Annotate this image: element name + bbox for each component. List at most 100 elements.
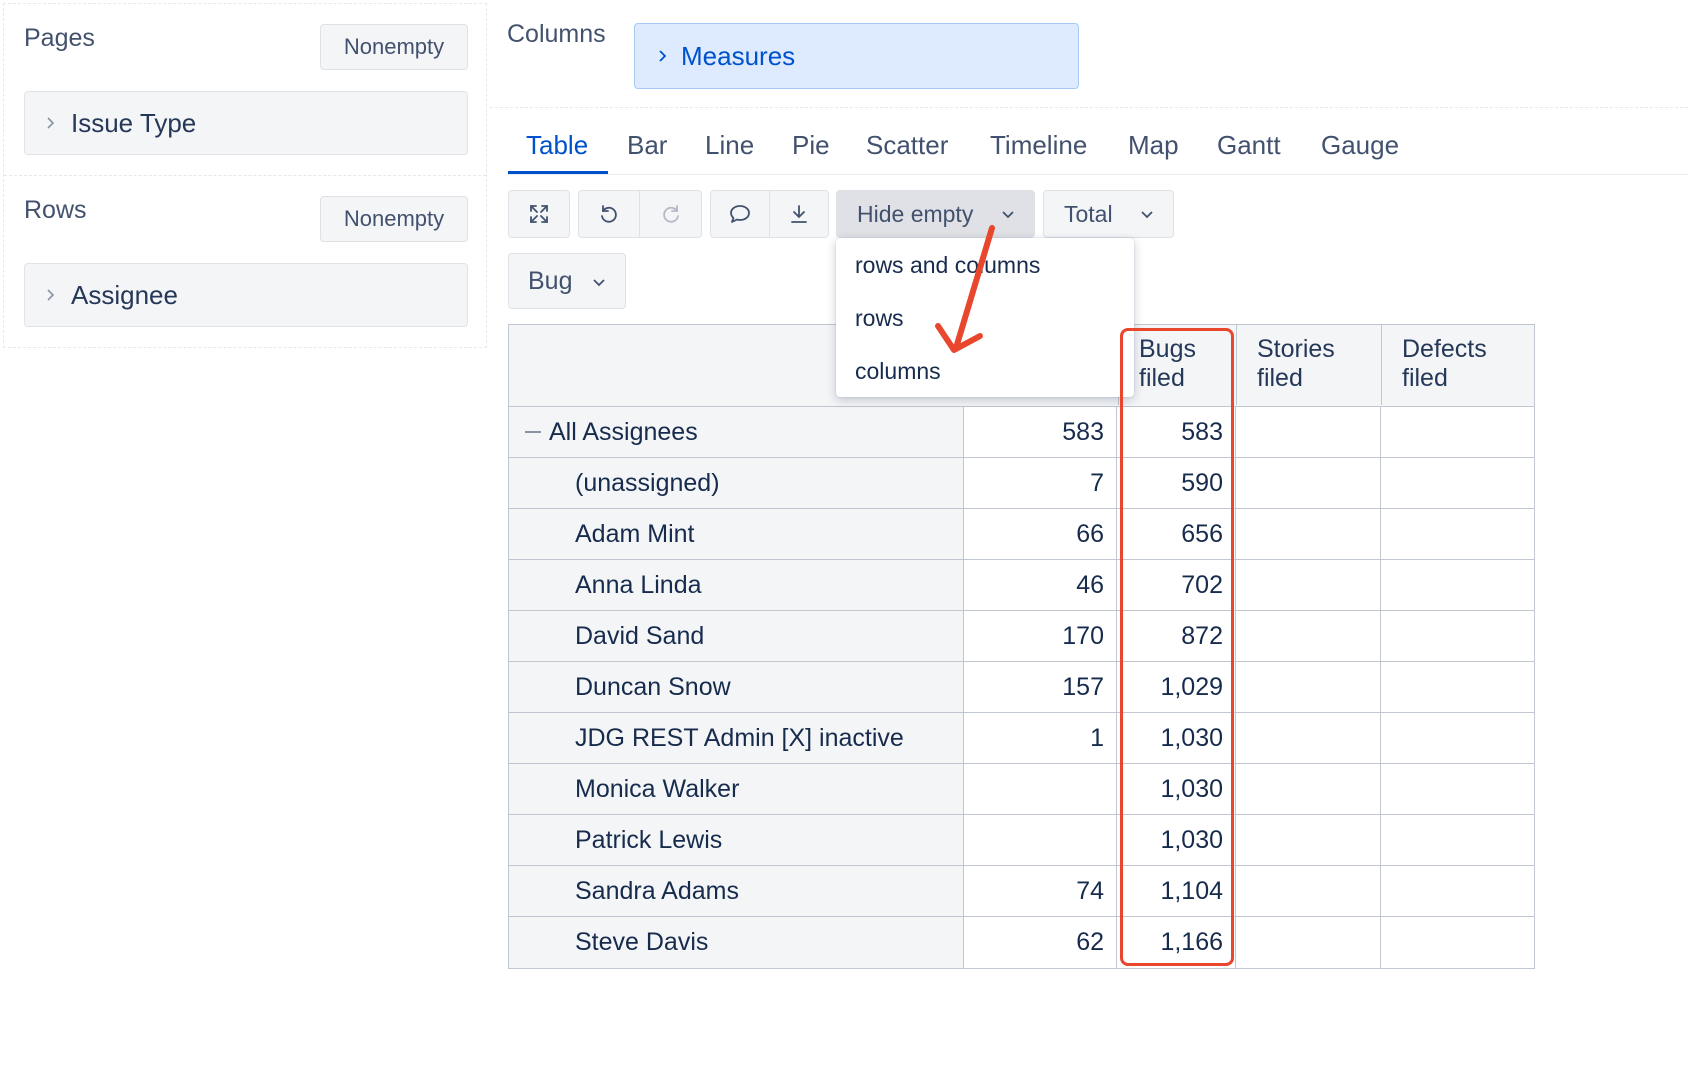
table-cell: 583 [965, 407, 1117, 457]
download-icon [791, 205, 807, 223]
table-cell [1382, 407, 1534, 457]
redo-button[interactable] [640, 190, 702, 238]
table-row: Steve Davis 62 1,166 [509, 917, 1534, 968]
table-cell: 66 [965, 509, 1117, 559]
table-row: Duncan Snow 157 1,029 [509, 662, 1534, 713]
table-cell [1237, 917, 1381, 968]
table-cell: 702 [1118, 560, 1236, 610]
table-cell: 170 [965, 611, 1117, 661]
table-cell [1382, 611, 1534, 661]
fullscreen-button[interactable] [508, 190, 570, 238]
row-header[interactable]: Patrick Lewis [509, 815, 964, 865]
menu-item-columns[interactable]: columns [855, 358, 941, 385]
row-label: Monica Walker [575, 774, 740, 803]
menu-item-rows[interactable]: rows [855, 305, 904, 332]
table-cell [965, 815, 1117, 865]
table-cell: 1,030 [1118, 713, 1236, 763]
tab-map[interactable]: Map [1128, 130, 1179, 161]
tab-table[interactable]: Table [526, 130, 588, 161]
table-cell: 46 [965, 560, 1117, 610]
table-cell: 656 [1118, 509, 1236, 559]
fullscreen-icon [530, 205, 548, 223]
row-header[interactable]: Steve Davis [509, 917, 964, 968]
issue-type-label: Issue Type [71, 107, 197, 138]
rows-section: Rows Nonempty Assignee [4, 176, 486, 348]
collapse-icon[interactable] [525, 431, 541, 433]
row-label: Patrick Lewis [575, 825, 723, 854]
table-cell [965, 764, 1117, 814]
header-bugs-filed[interactable]: Bugs filed [1118, 325, 1236, 405]
table-row: David Sand 170 872 [509, 611, 1534, 662]
active-tab-indicator [508, 171, 608, 174]
rows-title: Rows [24, 196, 87, 224]
table-cell: 157 [965, 662, 1117, 712]
tab-scatter[interactable]: Scatter [866, 130, 948, 161]
tab-gantt[interactable]: Gantt [1217, 130, 1281, 161]
table-cell: 590 [1118, 458, 1236, 508]
chevron-right-icon [47, 117, 55, 129]
chevron-right-icon [659, 50, 667, 62]
table-cell [1237, 662, 1381, 712]
table-cell [1382, 662, 1534, 712]
measures-chip[interactable]: Measures [634, 23, 1079, 89]
tab-pie[interactable]: Pie [792, 130, 830, 161]
row-header[interactable]: David Sand [509, 611, 964, 661]
comment-button[interactable] [710, 190, 770, 238]
table-row: JDG REST Admin [X] inactive 1 1,030 [509, 713, 1534, 764]
header-stories-filed[interactable]: Stories filed [1236, 325, 1381, 405]
total-dropdown[interactable]: Total [1043, 190, 1174, 238]
chevron-right-icon [47, 289, 55, 301]
table-cell: 1,030 [1118, 815, 1236, 865]
row-header[interactable]: Monica Walker [509, 764, 964, 814]
tab-timeline[interactable]: Timeline [990, 130, 1087, 161]
table-row: Patrick Lewis 1,030 [509, 815, 1534, 866]
table-cell [1237, 509, 1381, 559]
chevron-down-icon [1002, 211, 1014, 219]
table-cell: 1,030 [1118, 764, 1236, 814]
row-header[interactable]: (unassigned) [509, 458, 964, 508]
table-cell [1237, 815, 1381, 865]
issue-type-chip[interactable]: Issue Type [24, 91, 468, 155]
assignee-chip[interactable]: Assignee [24, 263, 468, 327]
bug-filter-label: Bug [528, 267, 573, 295]
table-cell [1382, 815, 1534, 865]
table-cell [1237, 560, 1381, 610]
chevron-down-icon [593, 279, 605, 287]
table-cell [1382, 713, 1534, 763]
row-header[interactable]: Sandra Adams [509, 866, 964, 916]
row-header[interactable]: Adam Mint [509, 509, 964, 559]
pages-section: Pages Nonempty Issue Type [4, 4, 486, 176]
row-header[interactable]: JDG REST Admin [X] inactive [509, 713, 964, 763]
table-row: Adam Mint 66 656 [509, 509, 1534, 560]
bug-filter-dropdown[interactable]: Bug [508, 253, 626, 309]
table-cell [1237, 458, 1381, 508]
view-tabs: Table Bar Line Pie Scatter Timeline Map … [508, 120, 1688, 175]
chevron-down-icon [1141, 211, 1153, 219]
table-cell [1237, 764, 1381, 814]
pivot-table: Bugs filed Stories filed Defects filed A… [508, 324, 1535, 969]
table-row: Sandra Adams 74 1,104 [509, 866, 1534, 917]
layout-panel: Pages Nonempty Issue Type Rows Nonempty … [3, 3, 487, 348]
menu-item-rows-and-columns[interactable]: rows and columns [855, 252, 1040, 279]
table-cell: 1,029 [1118, 662, 1236, 712]
table-cell [1382, 917, 1534, 968]
pages-nonempty-button[interactable]: Nonempty [320, 24, 468, 70]
pages-title: Pages [24, 24, 95, 52]
tab-bar[interactable]: Bar [627, 130, 667, 161]
row-header-all-assignees[interactable]: All Assignees [509, 407, 964, 457]
hide-empty-dropdown[interactable]: Hide empty [836, 190, 1035, 238]
undo-button[interactable] [578, 190, 640, 238]
tab-line[interactable]: Line [705, 130, 754, 161]
tab-gauge[interactable]: Gauge [1321, 130, 1399, 161]
table-cell [1237, 611, 1381, 661]
row-label: David Sand [575, 621, 705, 650]
row-header[interactable]: Anna Linda [509, 560, 964, 610]
table-cell [1237, 866, 1381, 916]
header-defects-filed[interactable]: Defects filed [1381, 325, 1534, 405]
assignee-label: Assignee [71, 279, 178, 310]
download-button[interactable] [770, 190, 829, 238]
undo-icon [601, 205, 617, 223]
row-header[interactable]: Duncan Snow [509, 662, 964, 712]
columns-section: Columns Measures [490, 0, 1688, 108]
rows-nonempty-button[interactable]: Nonempty [320, 196, 468, 242]
